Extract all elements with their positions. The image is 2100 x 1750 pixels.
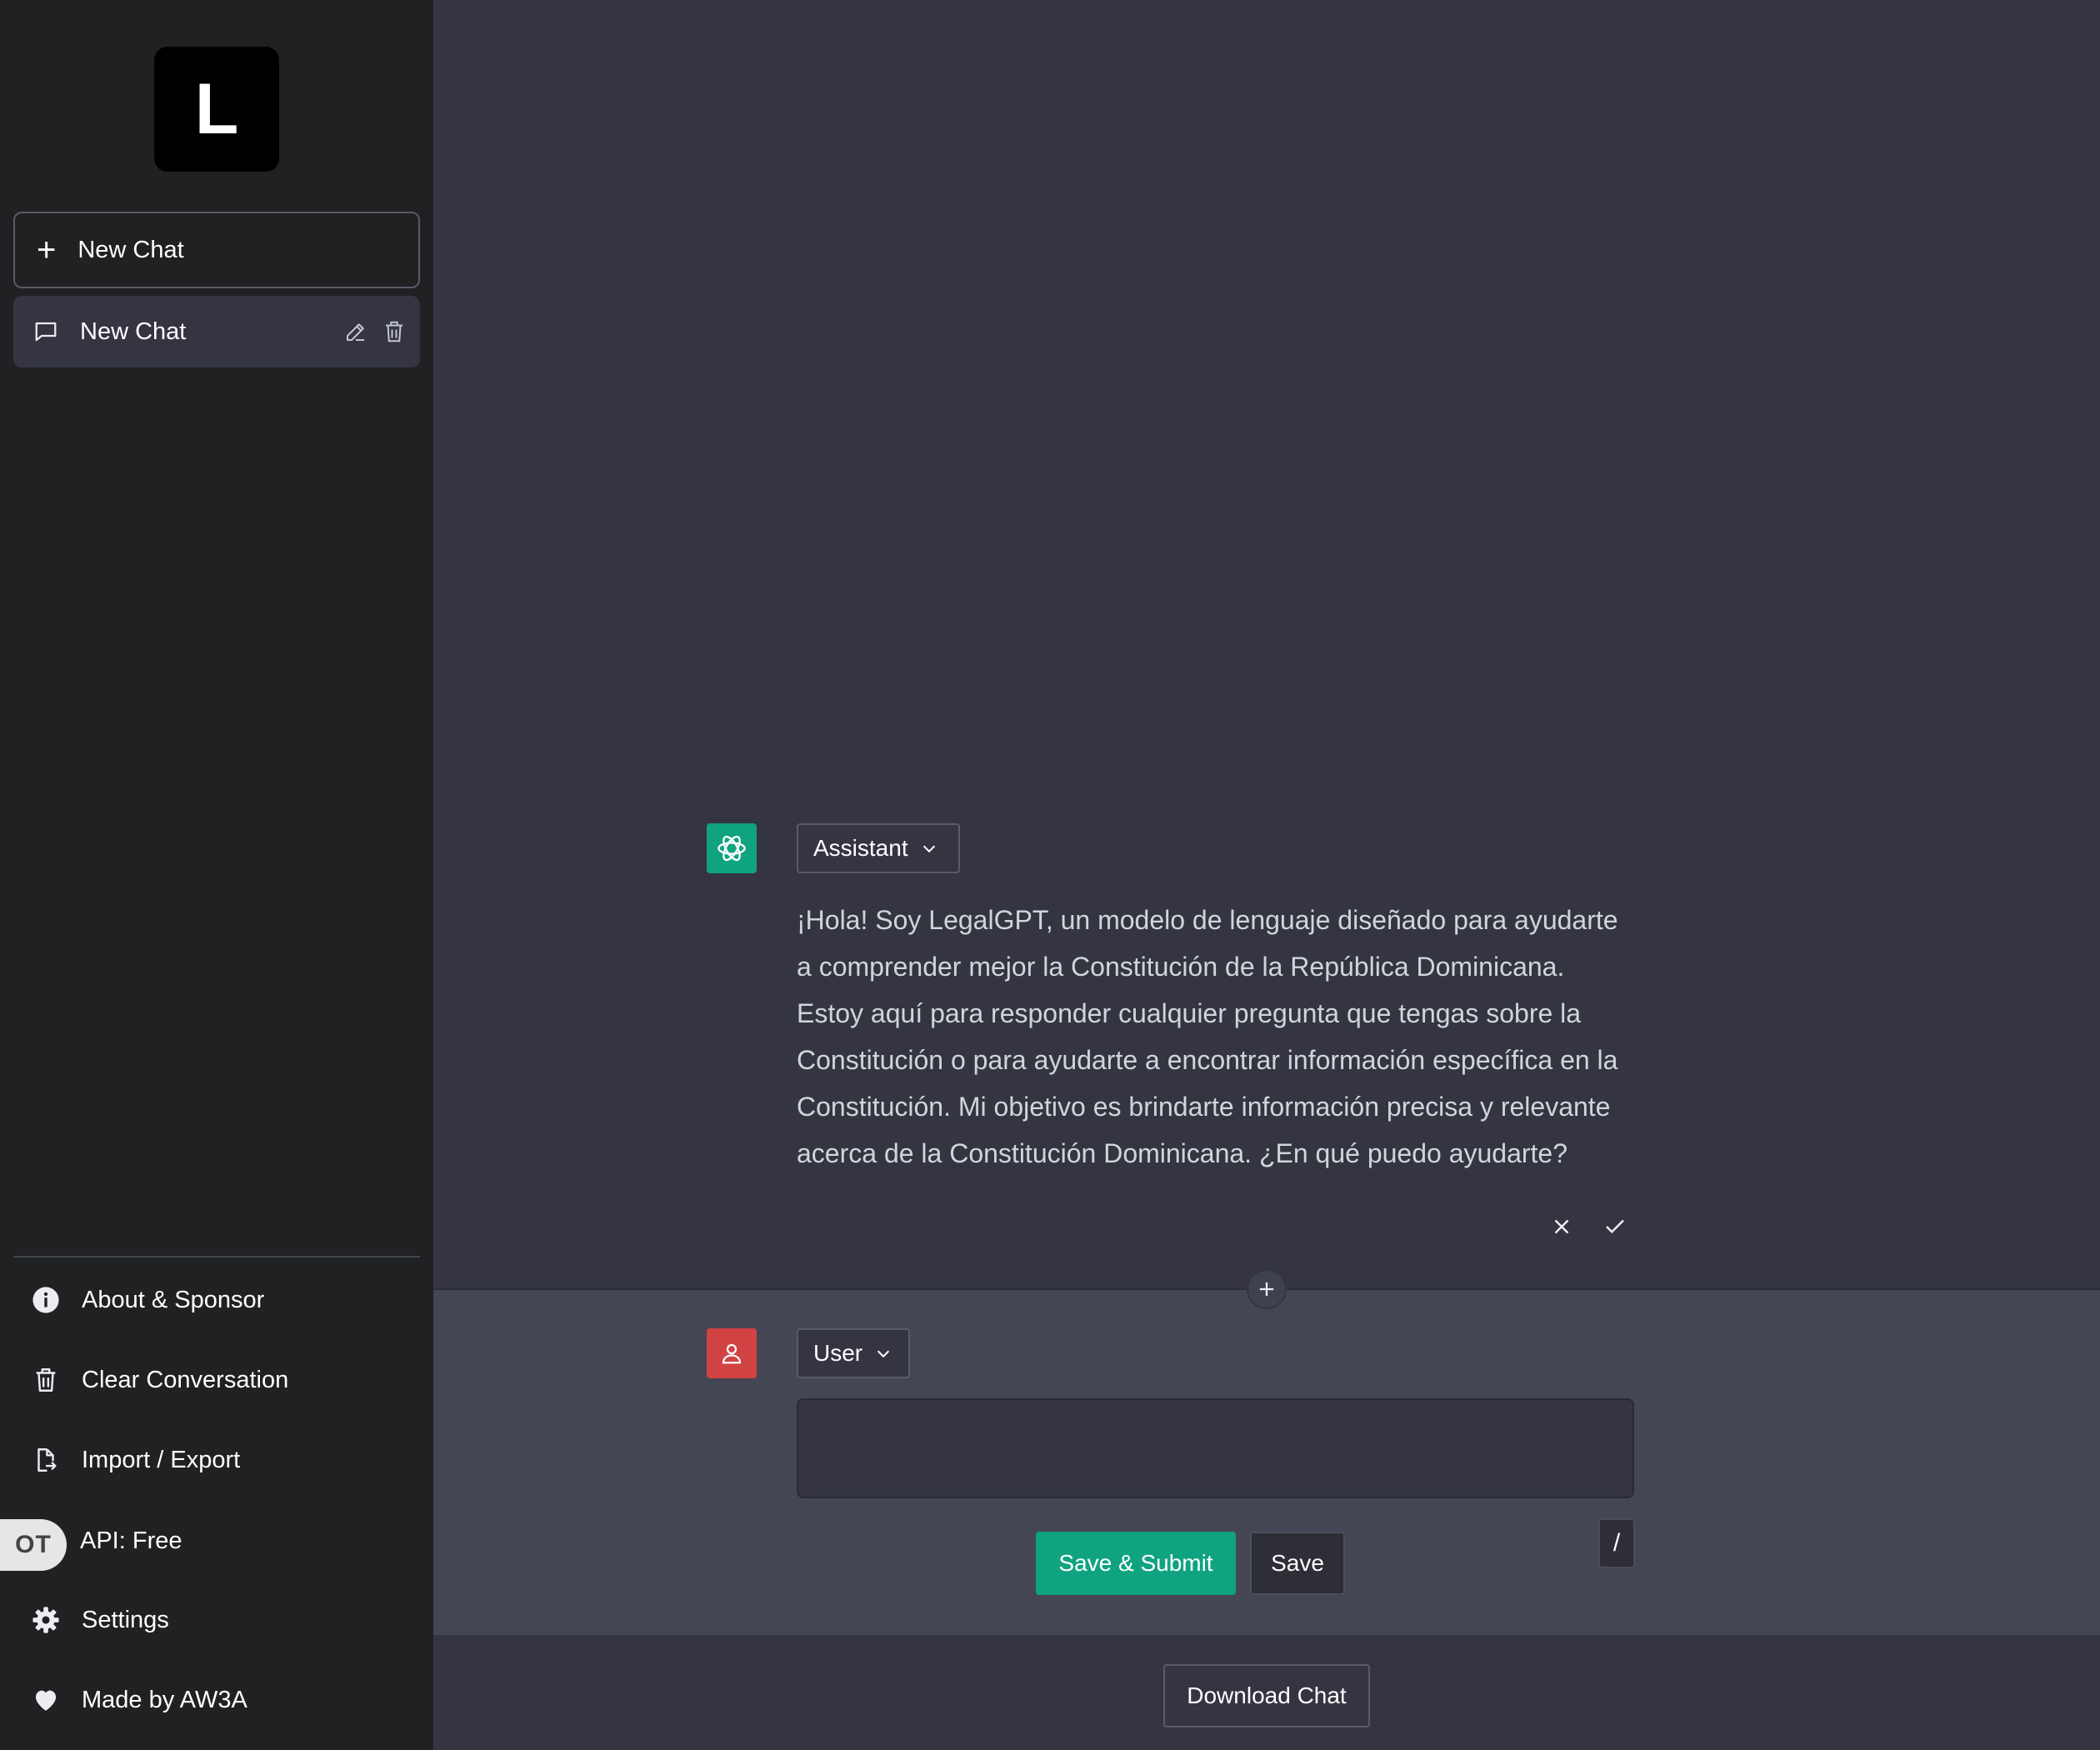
edit-icon[interactable] [343,319,368,344]
file-import-icon [32,1446,60,1474]
sidebar: L + New Chat New Chat About & Sponsor Cl… [0,0,433,1750]
save-submit-button[interactable]: Save & Submit [1036,1532,1236,1595]
clear-conversation-item[interactable]: Clear Conversation [0,1347,433,1413]
assistant-role-label: Assistant [813,835,908,861]
download-chat-button[interactable]: Download Chat [1163,1664,1370,1728]
user-role-select[interactable]: User [797,1328,910,1378]
openai-logo-icon [713,830,750,867]
new-chat-button[interactable]: + New Chat [13,212,420,288]
info-icon [32,1286,60,1314]
user-role-label: User [813,1340,863,1366]
about-sponsor-label: About & Sponsor [82,1286,265,1313]
chat-main: Assistant ¡Hola! Soy LegalGPT, un modelo… [433,0,2100,1750]
plus-icon: + [37,232,57,268]
add-message-button[interactable] [1247,1269,1287,1309]
save-button[interactable]: Save [1250,1532,1345,1595]
assistant-avatar [707,823,757,873]
cancel-edit-icon[interactable] [1549,1214,1574,1239]
plus-icon [1255,1278,1278,1301]
assistant-role-select[interactable]: Assistant [797,823,960,873]
sidebar-divider [13,1256,420,1258]
about-sponsor-item[interactable]: About & Sponsor [0,1267,433,1333]
settings-label: Settings [82,1606,169,1633]
gear-icon [32,1606,60,1634]
user-message-input[interactable] [797,1398,1634,1498]
save-label: Save [1271,1550,1324,1576]
confirm-edit-icon[interactable] [1602,1214,1628,1239]
app-logo: L [154,47,279,172]
clear-conversation-label: Clear Conversation [82,1366,289,1393]
settings-item[interactable]: Settings [0,1587,433,1653]
made-by-item[interactable]: Made by AW3A [0,1667,433,1733]
user-icon [719,1341,744,1366]
api-label: API: Free [80,1528,182,1554]
command-label: / [1612,1529,1621,1557]
import-export-item[interactable]: Import / Export [0,1427,433,1493]
made-by-label: Made by AW3A [82,1686,248,1713]
trash-icon[interactable] [382,319,407,344]
command-button[interactable]: / [1598,1518,1635,1568]
chat-bubble-icon [33,319,58,344]
import-export-label: Import / Export [82,1446,241,1473]
chevron-down-icon [920,839,938,858]
api-toggle[interactable]: OT [0,1519,67,1571]
assistant-message[interactable]: ¡Hola! Soy LegalGPT, un modelo de lengua… [797,897,1630,1177]
api-toggle-text: OT [15,1531,52,1558]
new-chat-label: New Chat [78,236,184,263]
trash-icon [32,1366,60,1394]
conversation-label: New Chat [80,318,187,345]
save-submit-label: Save & Submit [1058,1550,1213,1576]
user-avatar [707,1328,757,1378]
heart-icon [32,1686,60,1714]
conversation-item[interactable]: New Chat [13,296,420,368]
logo-letter: L [194,68,239,149]
download-chat-label: Download Chat [1187,1682,1347,1708]
chevron-down-icon [874,1344,892,1362]
